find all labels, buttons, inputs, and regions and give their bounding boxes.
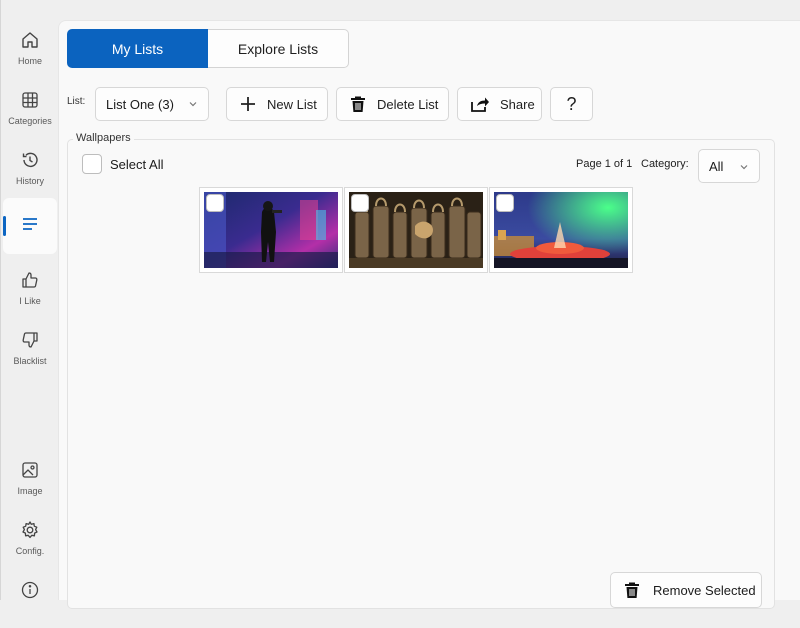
thumbs-down-icon xyxy=(22,332,38,348)
nav-blacklist-label: Blacklist xyxy=(13,356,47,366)
list-dropdown-value: List One (3) xyxy=(106,96,174,112)
wallpaper-image xyxy=(349,192,483,268)
list-tabs: My Lists Explore Lists xyxy=(67,29,349,68)
nav-config-label: Config. xyxy=(15,546,45,556)
nav-home-label: Home xyxy=(17,56,42,66)
new-list-label: New List xyxy=(267,96,317,112)
share-button[interactable]: Share xyxy=(457,87,542,121)
wallpapers-group: Wallpapers Select All Page 1 of 1 Catego… xyxy=(67,132,775,609)
gear-icon xyxy=(22,521,38,539)
nav-home[interactable]: Home xyxy=(3,22,57,78)
share-label: Share xyxy=(500,96,535,112)
toolbar: List: List One (3) New List Delete List … xyxy=(67,87,787,121)
grid-icon xyxy=(22,92,38,108)
wallpaper-checkbox[interactable] xyxy=(496,194,514,212)
chevron-down-icon xyxy=(189,102,197,107)
thumbs-up-icon xyxy=(22,272,38,288)
list-dropdown[interactable]: List One (3) xyxy=(95,87,209,121)
nav-history-label: History xyxy=(15,176,44,186)
select-all[interactable]: Select All xyxy=(82,154,163,174)
page-info: Page 1 of 1 xyxy=(576,158,633,170)
list-icon xyxy=(23,218,37,230)
remove-selected-button[interactable]: Remove Selected xyxy=(610,572,762,608)
home-icon xyxy=(22,32,38,48)
nav-my-lists[interactable] xyxy=(3,198,57,254)
nav-image[interactable]: Image xyxy=(3,452,57,508)
image-icon xyxy=(22,462,38,478)
nav-info[interactable] xyxy=(3,572,57,628)
remove-selected-label: Remove Selected xyxy=(653,582,756,598)
history-icon xyxy=(22,152,38,168)
wallpaper-checkbox[interactable] xyxy=(351,194,369,212)
delete-list-label: Delete List xyxy=(377,96,439,112)
nav-i-like[interactable]: I Like xyxy=(3,262,57,318)
nav-image-label: Image xyxy=(17,486,43,496)
wallpaper-thumbnail[interactable] xyxy=(489,187,633,273)
title-bar xyxy=(58,0,800,20)
nav-config[interactable]: Config. xyxy=(3,512,57,568)
help-button[interactable]: ? xyxy=(550,87,593,121)
sidebar: Home Categories History I Like Blacklist… xyxy=(0,0,58,600)
nav-categories[interactable]: Categories xyxy=(3,82,57,138)
wallpaper-thumbnail[interactable] xyxy=(344,187,488,273)
info-icon xyxy=(21,581,39,599)
new-list-button[interactable]: New List xyxy=(226,87,328,121)
wallpaper-image xyxy=(494,192,628,268)
nav-blacklist[interactable]: Blacklist xyxy=(3,322,57,378)
share-icon xyxy=(471,97,489,112)
trash-icon xyxy=(351,96,365,112)
category-label: Category: xyxy=(641,158,689,170)
wallpaper-thumbnail[interactable] xyxy=(199,187,343,273)
nav-history[interactable]: History xyxy=(3,142,57,198)
select-all-checkbox[interactable] xyxy=(82,154,102,174)
wallpaper-image xyxy=(204,192,338,268)
wallpaper-checkbox[interactable] xyxy=(206,194,224,212)
list-label: List: xyxy=(67,96,86,107)
trash-icon xyxy=(625,582,639,598)
tab-explore-lists[interactable]: Explore Lists xyxy=(208,29,349,68)
tab-my-lists[interactable]: My Lists xyxy=(67,29,208,68)
chevron-down-icon xyxy=(740,165,748,170)
category-dropdown[interactable]: All xyxy=(698,149,760,183)
select-all-label: Select All xyxy=(110,156,164,172)
nav-i-like-label: I Like xyxy=(19,296,41,306)
plus-icon xyxy=(241,97,255,111)
delete-list-button[interactable]: Delete List xyxy=(336,87,449,121)
wallpapers-title: Wallpapers xyxy=(73,132,134,144)
main-panel: My Lists Explore Lists List: List One (3… xyxy=(58,20,800,609)
nav-categories-label: Categories xyxy=(8,116,52,126)
category-dropdown-value: All xyxy=(709,158,724,174)
